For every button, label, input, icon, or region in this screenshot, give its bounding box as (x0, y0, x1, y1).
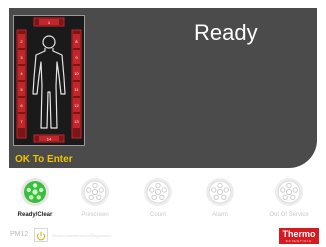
portal-diagram: 1 2 3 4 5 6 7 8 9 10 11 12 13 14 (16, 17, 82, 143)
monitor-screen: Ready 1 2 3 4 5 6 7 8 9 10 11 12 13 14 O… (0, 0, 326, 246)
thermo-scientific-logo: Thermo SCIENTIFIC (279, 228, 319, 244)
zone-number: 14 (47, 137, 52, 142)
green-radiation-icon (21, 178, 49, 206)
status-panel: Ready 1 2 3 4 5 6 7 8 9 10 11 12 13 14 O… (9, 8, 317, 168)
prescreen-button[interactable]: Prescreen (65, 174, 125, 222)
enter-status-message: OK To Enter (15, 154, 73, 165)
gray-radiation-icon (81, 178, 109, 206)
count-button[interactable]: Count (128, 174, 188, 222)
logo-main-text: Thermo (282, 229, 316, 239)
alarm-button[interactable]: Alarm (190, 174, 250, 222)
alarm-label: Alarm (212, 212, 228, 218)
status-text: Ready (194, 20, 258, 45)
power-icon (36, 231, 46, 241)
gray-radiation-icon (144, 178, 172, 206)
gray-radiation-icon (275, 178, 303, 206)
power-button[interactable] (34, 228, 48, 242)
gray-radiation-icon (206, 178, 234, 206)
action-toolbar: Ready/Clear Prescreen Count Alarm Out Of… (0, 174, 326, 222)
count-label: Count (149, 212, 166, 218)
prescreen-label: Prescreen (81, 212, 109, 218)
out-of-service-button[interactable]: Out Of Service (259, 174, 319, 222)
body-outline-icon (32, 35, 66, 129)
portal-zone-display: 1 2 3 4 5 6 7 8 9 10 11 12 13 14 (13, 15, 85, 146)
ready-clear-label: Ready/Clear (17, 212, 53, 218)
footer-text: Service/Maintenance/Diagnostics (52, 233, 112, 238)
logo-sub-text: SCIENTIFIC (285, 239, 313, 243)
ready-clear-button[interactable]: Ready/Clear (5, 174, 65, 222)
zone-number: 10 (74, 71, 79, 76)
out-of-service-label: Out Of Service (269, 212, 309, 218)
zone-number: 12 (74, 103, 79, 108)
pm-label: PM12 (10, 231, 29, 238)
footer-bar: PM12 Service/Maintenance/Diagnostics The… (0, 226, 326, 246)
zone-number: 13 (74, 119, 79, 124)
